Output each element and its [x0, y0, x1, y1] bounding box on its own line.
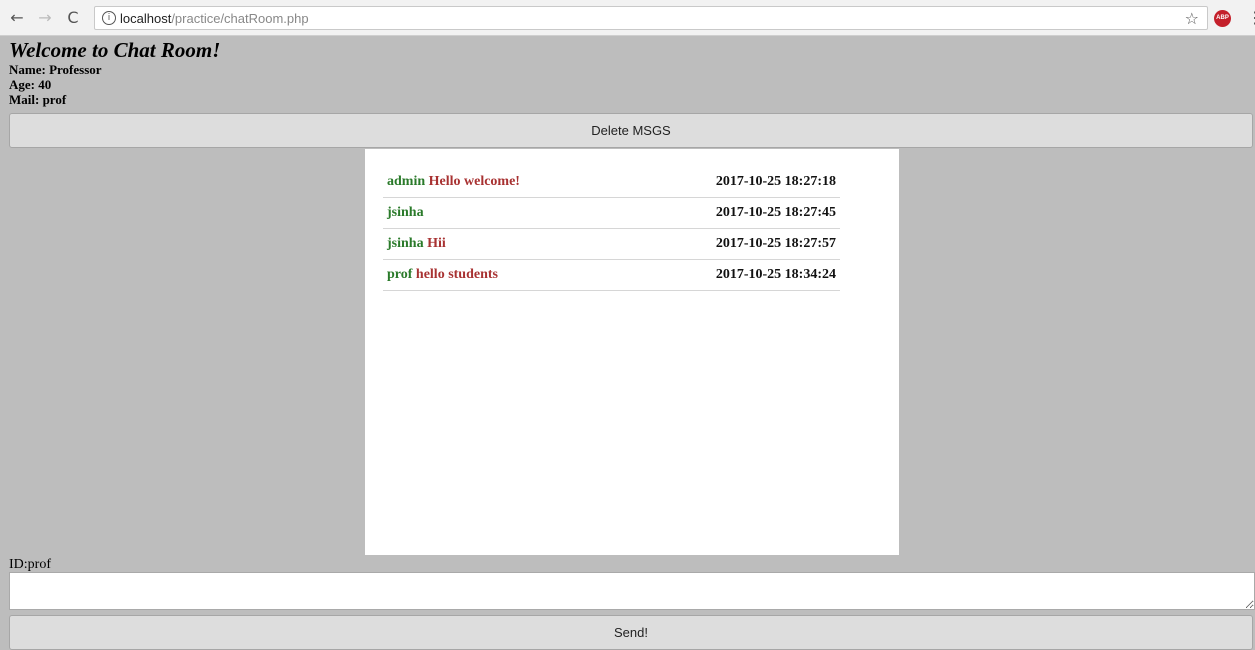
url-path: /practice/chatRoom.php: [171, 10, 309, 26]
address-bar[interactable]: i localhost /practice/chatRoom.php ☆: [94, 6, 1208, 30]
browser-menu-icon[interactable]: ⋮: [1247, 8, 1255, 27]
forward-icon[interactable]: →: [34, 8, 56, 27]
browser-toolbar: ← → C i localhost /practice/chatRoom.php…: [0, 0, 1255, 36]
message-row: jsinha 2017-10-25 18:27:45: [383, 198, 840, 229]
user-id-label: ID:prof: [9, 557, 51, 572]
bookmark-star-icon[interactable]: ☆: [1185, 9, 1199, 28]
message-text: Hello welcome!: [428, 174, 520, 189]
message-content: jsinha: [387, 205, 424, 221]
profile-mail: Mail: prof: [9, 92, 67, 107]
message-time: 2017-10-25 18:27:18: [715, 174, 836, 189]
message-user: jsinha: [387, 205, 424, 220]
message-list: admin Hello welcome! 2017-10-25 18:27:18…: [383, 167, 840, 291]
message-input[interactable]: [9, 572, 1255, 610]
message-user: prof: [387, 267, 413, 282]
message-content: admin Hello welcome!: [387, 174, 520, 190]
profile-info: Name: Professor Age: 40 Mail: prof: [9, 62, 102, 107]
message-row: jsinha Hii 2017-10-25 18:27:57: [383, 229, 840, 260]
profile-age: Age: 40: [9, 77, 52, 92]
info-icon[interactable]: i: [102, 11, 116, 25]
delete-messages-button[interactable]: Delete MSGS: [9, 113, 1253, 148]
message-time: 2017-10-25 18:27:57: [715, 236, 836, 251]
adblock-icon[interactable]: ABP: [1214, 10, 1231, 27]
url-host: localhost: [120, 10, 172, 26]
send-button[interactable]: Send!: [9, 615, 1253, 650]
message-text: Hii: [427, 236, 446, 251]
page-title: Welcome to Chat Room!: [9, 38, 221, 62]
message-user: admin: [387, 174, 426, 189]
chat-box[interactable]: admin Hello welcome! 2017-10-25 18:27:18…: [365, 149, 899, 555]
message-row: prof hello students 2017-10-25 18:34:24: [383, 260, 840, 291]
message-time: 2017-10-25 18:34:24: [715, 267, 836, 282]
message-content: prof hello students: [387, 267, 498, 283]
message-time: 2017-10-25 18:27:45: [715, 205, 836, 220]
back-icon[interactable]: ←: [6, 8, 28, 27]
message-content: jsinha Hii: [387, 236, 446, 252]
message-text: hello students: [415, 267, 498, 282]
message-row: admin Hello welcome! 2017-10-25 18:27:18: [383, 167, 840, 198]
profile-name: Name: Professor: [9, 62, 102, 77]
message-user: jsinha: [387, 236, 424, 251]
reload-icon[interactable]: C: [62, 8, 84, 27]
